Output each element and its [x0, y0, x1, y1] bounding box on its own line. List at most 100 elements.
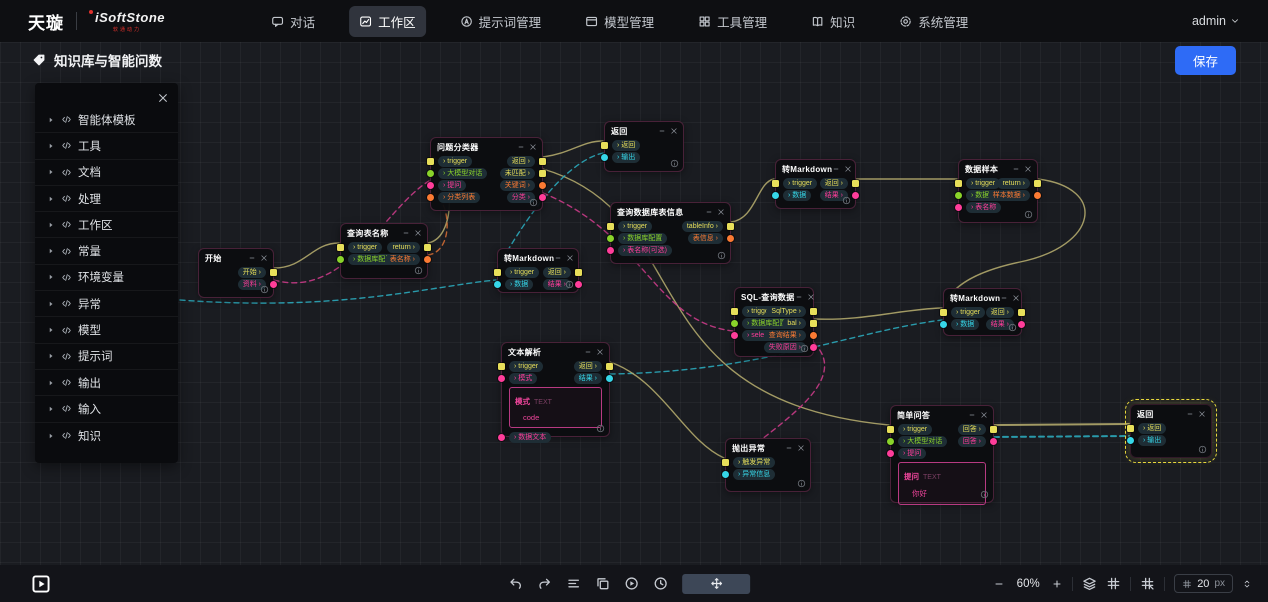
node-sql-query[interactable]: SQL-查询数据› trigger› 数据库配置› select sqlSqlT…	[734, 287, 814, 357]
output-port[interactable]: 结果 ›	[574, 372, 602, 384]
minimize-icon[interactable]	[795, 293, 803, 301]
close-icon[interactable]	[844, 165, 852, 173]
output-port[interactable]: 样本数据 ›	[988, 189, 1030, 201]
close-icon[interactable]	[797, 444, 805, 452]
palette-item[interactable]: 输入	[35, 396, 178, 422]
port-dot[interactable]	[539, 170, 546, 177]
nav-item-tools[interactable]: 工具管理	[688, 6, 777, 37]
grid-toggle-button[interactable]	[1106, 576, 1121, 591]
input-port[interactable]: › 输出	[612, 151, 640, 163]
minimize-icon[interactable]	[402, 229, 410, 237]
close-icon[interactable]	[717, 208, 725, 216]
info-icon[interactable]	[1008, 323, 1017, 332]
input-port[interactable]: › trigger	[618, 220, 652, 232]
input-port[interactable]: › 数据	[783, 189, 811, 201]
input-port[interactable]: › 提问	[438, 179, 466, 191]
node-field[interactable]: 提问TEXT你好	[898, 462, 986, 505]
run-button[interactable]	[30, 573, 52, 595]
port-dot[interactable]	[601, 154, 608, 161]
undo-button[interactable]	[508, 576, 523, 591]
port-dot[interactable]	[601, 142, 608, 149]
port-dot[interactable]	[887, 450, 894, 457]
input-port[interactable]: › trigger	[951, 306, 985, 318]
port-dot[interactable]	[1018, 309, 1025, 316]
minimize-icon[interactable]	[1012, 165, 1020, 173]
copy-button[interactable]	[595, 576, 610, 591]
palette-item[interactable]: 输出	[35, 370, 178, 396]
node-query-table-info[interactable]: 查询数据库表信息› trigger› 数据库配置› 表名称(可选)tableIn…	[610, 202, 731, 264]
output-port[interactable]: 返回 ›	[986, 306, 1014, 318]
port-dot[interactable]	[337, 244, 344, 251]
save-button[interactable]: 保存	[1175, 46, 1236, 75]
output-port[interactable]: return ›	[997, 177, 1030, 189]
port-dot[interactable]	[727, 235, 734, 242]
port-dot[interactable]	[427, 158, 434, 165]
layers-button[interactable]	[1082, 576, 1097, 591]
port-dot[interactable]	[990, 438, 997, 445]
node-to-markdown-2[interactable]: 转Markdown› trigger› 数据返回 ›结果 ›	[775, 159, 856, 209]
port-dot[interactable]	[772, 192, 779, 199]
output-port[interactable]: 返回 ›	[543, 266, 571, 278]
palette-item[interactable]: 模型	[35, 317, 178, 343]
minimize-icon[interactable]	[248, 254, 256, 262]
output-port[interactable]: bal ›	[782, 317, 806, 329]
port-dot[interactable]	[810, 308, 817, 315]
nav-item-model[interactable]: 模型管理	[575, 6, 664, 37]
port-dot[interactable]	[607, 235, 614, 242]
input-port[interactable]: › trigger	[509, 360, 543, 372]
node-to-markdown-3[interactable]: 转Markdown› trigger› 数据返回 ›结果 ›	[943, 288, 1022, 336]
port-dot[interactable]	[424, 244, 431, 251]
input-port[interactable]: › 模式	[509, 372, 537, 384]
port-dot[interactable]	[606, 375, 613, 382]
port-dot[interactable]	[1034, 180, 1041, 187]
input-port[interactable]: › trigger	[898, 423, 932, 435]
input-port[interactable]: › 数据	[505, 278, 533, 290]
port-dot[interactable]	[498, 363, 505, 370]
palette-item[interactable]: 处理	[35, 186, 178, 212]
input-port[interactable]: › 数据文本	[509, 431, 551, 443]
info-icon[interactable]	[800, 344, 809, 353]
align-button[interactable]	[566, 576, 581, 591]
nav-item-system[interactable]: 系统管理	[889, 6, 978, 37]
port-dot[interactable]	[607, 223, 614, 230]
nav-item-knowledge[interactable]: 知识	[801, 6, 865, 37]
info-icon[interactable]	[1024, 210, 1033, 219]
palette-item[interactable]: 工作区	[35, 212, 178, 238]
port-dot[interactable]	[852, 180, 859, 187]
port-dot[interactable]	[955, 204, 962, 211]
node-text-parse[interactable]: 文本解析› trigger› 模式模式TEXTcode› 数据文本返回 ›结果 …	[501, 342, 610, 437]
palette-item[interactable]: 知识	[35, 423, 178, 449]
info-icon[interactable]	[1198, 445, 1207, 454]
palette-item[interactable]: 常量	[35, 238, 178, 264]
history-button[interactable]	[653, 576, 668, 591]
output-port[interactable]: 返回 ›	[820, 177, 848, 189]
info-icon[interactable]	[529, 198, 538, 207]
input-port[interactable]: › 表名称	[966, 201, 1001, 213]
minimize-icon[interactable]	[584, 348, 592, 356]
node-return-top[interactable]: 返回› 返回› 输出	[604, 121, 684, 172]
port-dot[interactable]	[940, 321, 947, 328]
minimize-icon[interactable]	[705, 208, 713, 216]
play-button[interactable]	[624, 576, 639, 591]
node-question-classifier[interactable]: 问题分类器› trigger› 大模型对话› 提问› 分类列表返回 ›未匹配 ›…	[430, 137, 543, 211]
input-port[interactable]: › trigger	[348, 241, 382, 253]
close-icon[interactable]	[414, 229, 422, 237]
port-dot[interactable]	[607, 247, 614, 254]
output-port[interactable]: 表信息 ›	[688, 232, 723, 244]
port-dot[interactable]	[424, 256, 431, 263]
close-icon[interactable]	[1012, 294, 1020, 302]
port-dot[interactable]	[940, 309, 947, 316]
port-dot[interactable]	[731, 332, 738, 339]
info-icon[interactable]	[596, 424, 605, 433]
port-dot[interactable]	[955, 180, 962, 187]
input-port[interactable]: › trigger	[438, 155, 472, 167]
port-dot[interactable]	[810, 344, 817, 351]
port-dot[interactable]	[887, 438, 894, 445]
port-dot[interactable]	[1127, 437, 1134, 444]
output-port[interactable]: 返回 ›	[507, 155, 535, 167]
palette-item[interactable]: 异常	[35, 291, 178, 317]
redo-button[interactable]	[537, 576, 552, 591]
close-icon[interactable]	[157, 92, 169, 104]
minimize-icon[interactable]	[517, 143, 525, 151]
port-dot[interactable]	[427, 194, 434, 201]
